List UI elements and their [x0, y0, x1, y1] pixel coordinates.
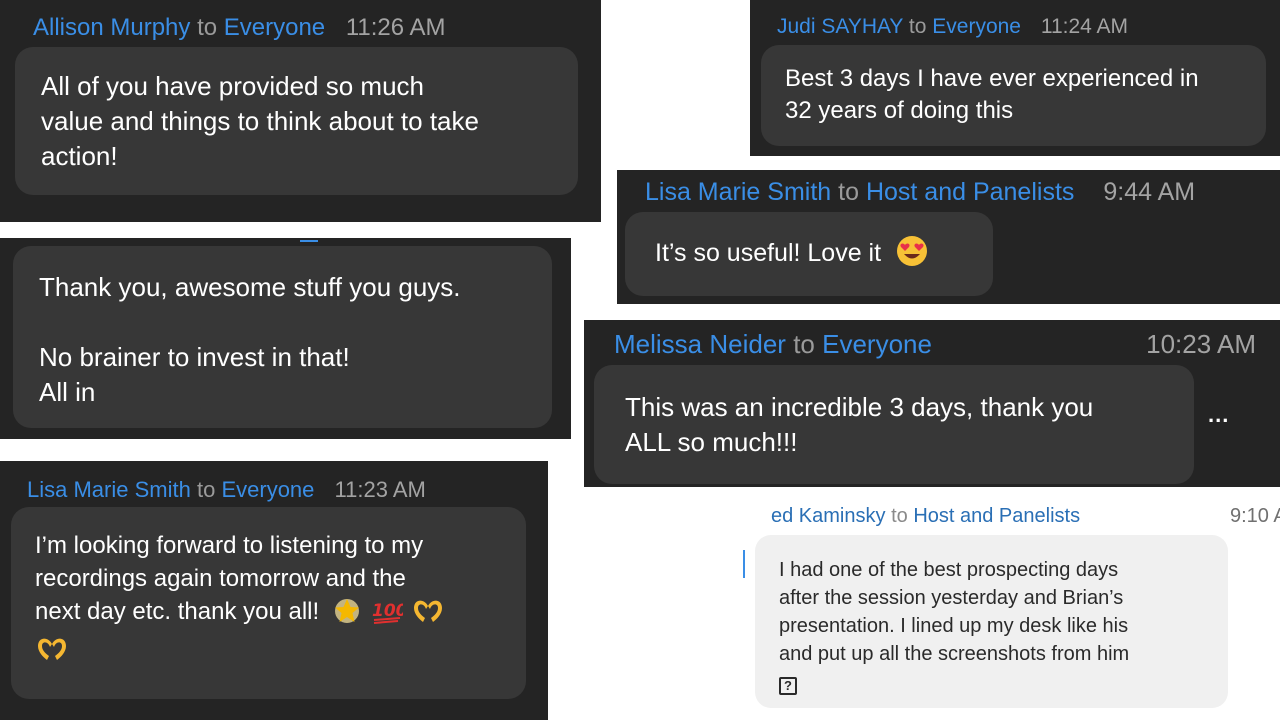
message-bubble[interactable]: All of you have provided so much value a…	[15, 47, 578, 195]
recipient-name[interactable]: Host and Panelists	[866, 178, 1074, 206]
chat-panel-allison: Allison Murphy to Everyone 11:26 AM All …	[0, 0, 601, 222]
sender-name[interactable]: Melissa Neider	[614, 329, 786, 359]
heart-eyes-emoji	[896, 235, 928, 267]
chat-panel-melissa: Melissa Neider to Everyone 10:23 AM This…	[584, 320, 1280, 487]
chat-panel-thankyou: Thank you, awesome stuff you guys. No br…	[0, 238, 571, 439]
to-label: to	[891, 505, 908, 527]
cut-off-header-line	[300, 238, 318, 242]
chat-panel-lisa-host: Lisa Marie Smith to Host and Panelists 9…	[617, 170, 1280, 304]
timestamp: 11:24 AM	[1040, 15, 1128, 38]
message-header: Melissa Neider to Everyone 10:23 AM	[614, 329, 1264, 360]
message-header: Allison Murphy to Everyone 11:26 AM	[33, 14, 445, 42]
message-bubble[interactable]: Best 3 days I have ever experienced in 3…	[761, 45, 1266, 146]
message-header: Lisa Marie Smith to Everyone 11:23 AM	[27, 477, 426, 503]
timestamp: 11:26 AM	[345, 14, 446, 41]
message-text-line: Thank you, awesome stuff you guys.	[39, 272, 461, 302]
message-text: I had one of the best prospecting days a…	[779, 559, 1130, 665]
selection-bar	[743, 550, 745, 578]
sender-name[interactable]: Lisa Marie Smith	[27, 477, 191, 502]
recipient-name[interactable]: Everyone	[822, 329, 932, 359]
message-text-line: All in	[39, 377, 96, 407]
heart-hands-emoji	[411, 596, 445, 626]
message-text-line: No brainer to invest in that!	[39, 342, 350, 372]
message-text: This was an incredible 3 days, thank you…	[625, 392, 1094, 457]
message-bubble[interactable]: This was an incredible 3 days, thank you…	[594, 365, 1194, 484]
recipient-name[interactable]: Everyone	[932, 15, 1021, 38]
message-header: ed Kaminsky to Host and Panelists 9:10 A…	[771, 505, 1280, 528]
to-label: to	[793, 329, 815, 359]
message-bubble[interactable]: Thank you, awesome stuff you guys. No br…	[13, 246, 552, 428]
to-label: to	[196, 477, 216, 502]
chat-panel-ed: ed Kaminsky to Host and Panelists 9:10 A…	[740, 495, 1280, 720]
message-text: Best 3 days I have ever experienced in 3…	[785, 65, 1199, 124]
message-text: All of you have provided so much value a…	[41, 71, 479, 171]
to-label: to	[908, 15, 927, 38]
timestamp: 9:44 AM	[1103, 178, 1196, 206]
message-header: Judi SAYHAY to Everyone 11:24 AM	[777, 15, 1128, 39]
sender-name[interactable]: Lisa Marie Smith	[645, 178, 831, 206]
chat-panel-lisa-everyone: Lisa Marie Smith to Everyone 11:23 AM I’…	[0, 461, 548, 720]
timestamp: 10:23 AM	[1146, 329, 1256, 359]
heart-hands-emoji	[35, 634, 69, 664]
unsupported-glyph-icon: ?	[779, 677, 797, 695]
hundred-points-emoji: 100	[371, 596, 407, 626]
timestamp: 9:10 AM	[1230, 505, 1280, 527]
message-bubble[interactable]: I had one of the best prospecting days a…	[755, 535, 1228, 708]
chat-panel-judi: Judi SAYHAY to Everyone 11:24 AM Best 3 …	[750, 0, 1280, 156]
message-bubble[interactable]: It’s so useful! Love it	[625, 212, 993, 296]
more-options-button[interactable]: ...	[1208, 402, 1229, 428]
sender-name[interactable]: Judi SAYHAY	[777, 15, 903, 38]
sender-name[interactable]: ed Kaminsky	[771, 505, 886, 527]
message-bubble[interactable]: I’m looking forward to listening to my r…	[11, 507, 526, 699]
sender-name[interactable]: Allison Murphy	[33, 14, 190, 41]
to-label: to	[838, 178, 859, 206]
recipient-name[interactable]: Everyone	[221, 477, 314, 502]
to-label: to	[197, 14, 218, 41]
recipient-name[interactable]: Everyone	[224, 14, 325, 41]
message-header: Lisa Marie Smith to Host and Panelists 9…	[645, 178, 1195, 207]
recipient-name[interactable]: Host and Panelists	[913, 505, 1080, 527]
star-emoji	[332, 596, 362, 626]
message-text: I’m looking forward to listening to my r…	[35, 532, 424, 625]
timestamp: 11:23 AM	[334, 477, 426, 502]
message-text: It’s so useful! Love it	[655, 239, 882, 267]
